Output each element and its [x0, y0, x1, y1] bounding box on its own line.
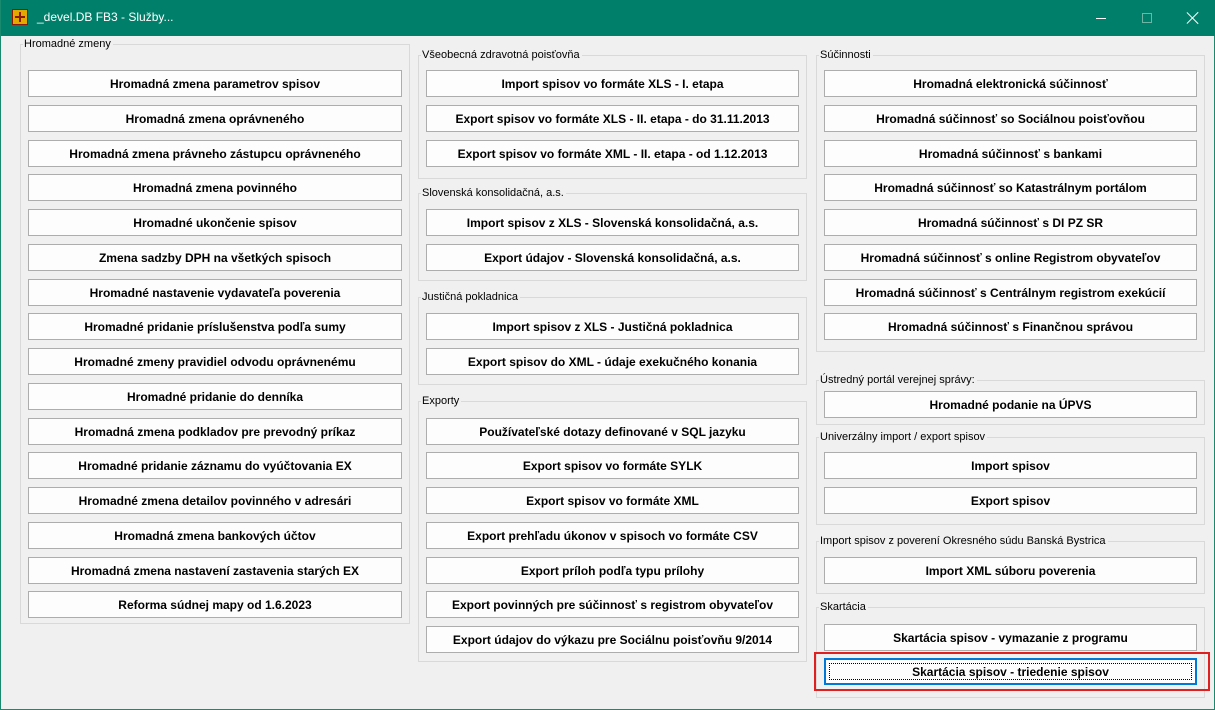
mass-add-accessories-button[interactable]: Hromadné pridanie príslušenstva podľa su… — [28, 313, 402, 340]
minimize-icon — [1096, 18, 1106, 19]
court-map-reform-button[interactable]: Reforma súdnej mapy od 1.6.2023 — [28, 591, 402, 618]
export-files-button[interactable]: Export spisov — [824, 487, 1197, 514]
vszp-import-xls-button[interactable]: Import spisov vo formáte XLS - I. etapa — [426, 70, 799, 97]
title-bar[interactable]: _devel.DB FB3 - Služby... — [1, 0, 1215, 36]
maximize-icon — [1142, 13, 1152, 23]
social-insurance-cooperation-button[interactable]: Hromadná súčinnosť so Sociálnou poisťovň… — [824, 105, 1197, 132]
mass-change-stop-settings-button[interactable]: Hromadná zmena nastavení zastavenia star… — [28, 557, 402, 584]
cadastral-cooperation-button[interactable]: Hromadná súčinnosť so Katastrálnym portá… — [824, 174, 1197, 201]
jp-export-xml-button[interactable]: Export spisov do XML - údaje exekučného … — [426, 348, 799, 375]
highlight-box — [814, 652, 1210, 691]
export-debtors-registry-button[interactable]: Export povinných pre súčinnosť s registr… — [426, 591, 799, 618]
sk-import-xls-button[interactable]: Import spisov z XLS - Slovenská konsolid… — [426, 209, 799, 236]
di-pz-sr-cooperation-button[interactable]: Hromadná súčinnosť s DI PZ SR — [824, 209, 1197, 236]
mass-close-files-button[interactable]: Hromadné ukončenie spisov — [28, 209, 402, 236]
group-label: Justičná pokladnica — [421, 291, 521, 304]
export-sylk-button[interactable]: Export spisov vo formáte SYLK — [426, 452, 799, 479]
group-label: Súčinnosti — [819, 49, 873, 62]
group-label: Exporty — [421, 395, 462, 408]
import-xml-warrant-button[interactable]: Import XML súboru poverenia — [824, 557, 1197, 584]
close-icon — [1187, 12, 1199, 24]
vszp-export-xls-button[interactable]: Export spisov vo formáte XLS - II. etapa… — [426, 105, 799, 132]
mass-set-issuer-button[interactable]: Hromadné nastavenie vydavateľa poverenia — [28, 279, 402, 306]
mass-change-creditor-button[interactable]: Hromadná zmena oprávneného — [28, 105, 402, 132]
close-button[interactable] — [1170, 0, 1215, 36]
group-label: Import spisov z poverení Okresného súdu … — [819, 535, 1108, 548]
mass-change-debtor-details-button[interactable]: Hromadné zmena detailov povinného v adre… — [28, 487, 402, 514]
app-icon — [12, 9, 28, 25]
mass-change-bank-accounts-button[interactable]: Hromadná zmena bankových účtov — [28, 522, 402, 549]
export-xml-button[interactable]: Export spisov vo formáte XML — [426, 487, 799, 514]
mass-change-remit-rules-button[interactable]: Hromadné zmeny pravidiel odvodu oprávnen… — [28, 348, 402, 375]
window-title: _devel.DB FB3 - Služby... — [37, 10, 174, 24]
mass-change-legal-rep-button[interactable]: Hromadná zmena právneho zástupcu oprávne… — [28, 140, 402, 167]
group-sucinnosti: Súčinnosti — [816, 49, 1205, 352]
vszp-export-xml-button[interactable]: Export spisov vo formáte XML - II. etapa… — [426, 140, 799, 167]
minimize-button[interactable] — [1078, 0, 1124, 36]
jp-import-xls-button[interactable]: Import spisov z XLS - Justičná pokladnic… — [426, 313, 799, 340]
group-label: Ústredný portál verejnej správy: — [819, 374, 977, 387]
mass-change-debtor-button[interactable]: Hromadná zmena povinného — [28, 174, 402, 201]
import-files-button[interactable]: Import spisov — [824, 452, 1197, 479]
group-label: Skartácia — [819, 601, 868, 614]
central-registry-cooperation-button[interactable]: Hromadná súčinnosť s Centrálnym registro… — [824, 279, 1197, 306]
mass-add-journal-button[interactable]: Hromadné pridanie do denníka — [28, 383, 402, 410]
export-social-insurance-button[interactable]: Export údajov do výkazu pre Sociálnu poi… — [426, 626, 799, 653]
shredding-delete-button[interactable]: Skartácia spisov - vymazanie z programu — [824, 624, 1197, 651]
sql-queries-button[interactable]: Používateľské dotazy definované v SQL ja… — [426, 418, 799, 445]
group-label: Slovenská konsolidačná, a.s. — [421, 187, 566, 200]
group-label: Všeobecná zdravotná poisťovňa — [421, 49, 582, 62]
mass-change-transfer-docs-button[interactable]: Hromadná zmena podkladov pre prevodný pr… — [28, 418, 402, 445]
services-window: _devel.DB FB3 - Služby... Hromadné zmeny… — [0, 0, 1215, 710]
mass-change-params-button[interactable]: Hromadná zmena parametrov spisov — [28, 70, 402, 97]
export-attachments-button[interactable]: Export príloh podľa typu prílohy — [426, 557, 799, 584]
maximize-button — [1124, 0, 1170, 36]
group-label: Hromadné zmeny — [23, 38, 113, 51]
banks-cooperation-button[interactable]: Hromadná súčinnosť s bankami — [824, 140, 1197, 167]
group-label: Univerzálny import / export spisov — [819, 431, 988, 444]
population-registry-cooperation-button[interactable]: Hromadná súčinnosť s online Registrom ob… — [824, 244, 1197, 271]
financial-admin-cooperation-button[interactable]: Hromadná súčinnosť s Finančnou správou — [824, 313, 1197, 340]
electronic-cooperation-button[interactable]: Hromadná elektronická súčinnosť — [824, 70, 1197, 97]
upvs-submission-button[interactable]: Hromadné podanie na ÚPVS — [824, 391, 1197, 418]
mass-add-billing-record-button[interactable]: Hromadné pridanie záznamu do vyúčtovania… — [28, 452, 402, 479]
change-vat-rate-button[interactable]: Zmena sadzby DPH na všetkých spisoch — [28, 244, 402, 271]
sk-export-data-button[interactable]: Export údajov - Slovenská konsolidačná, … — [426, 244, 799, 271]
export-actions-csv-button[interactable]: Export prehľadu úkonov v spisoch vo form… — [426, 522, 799, 549]
